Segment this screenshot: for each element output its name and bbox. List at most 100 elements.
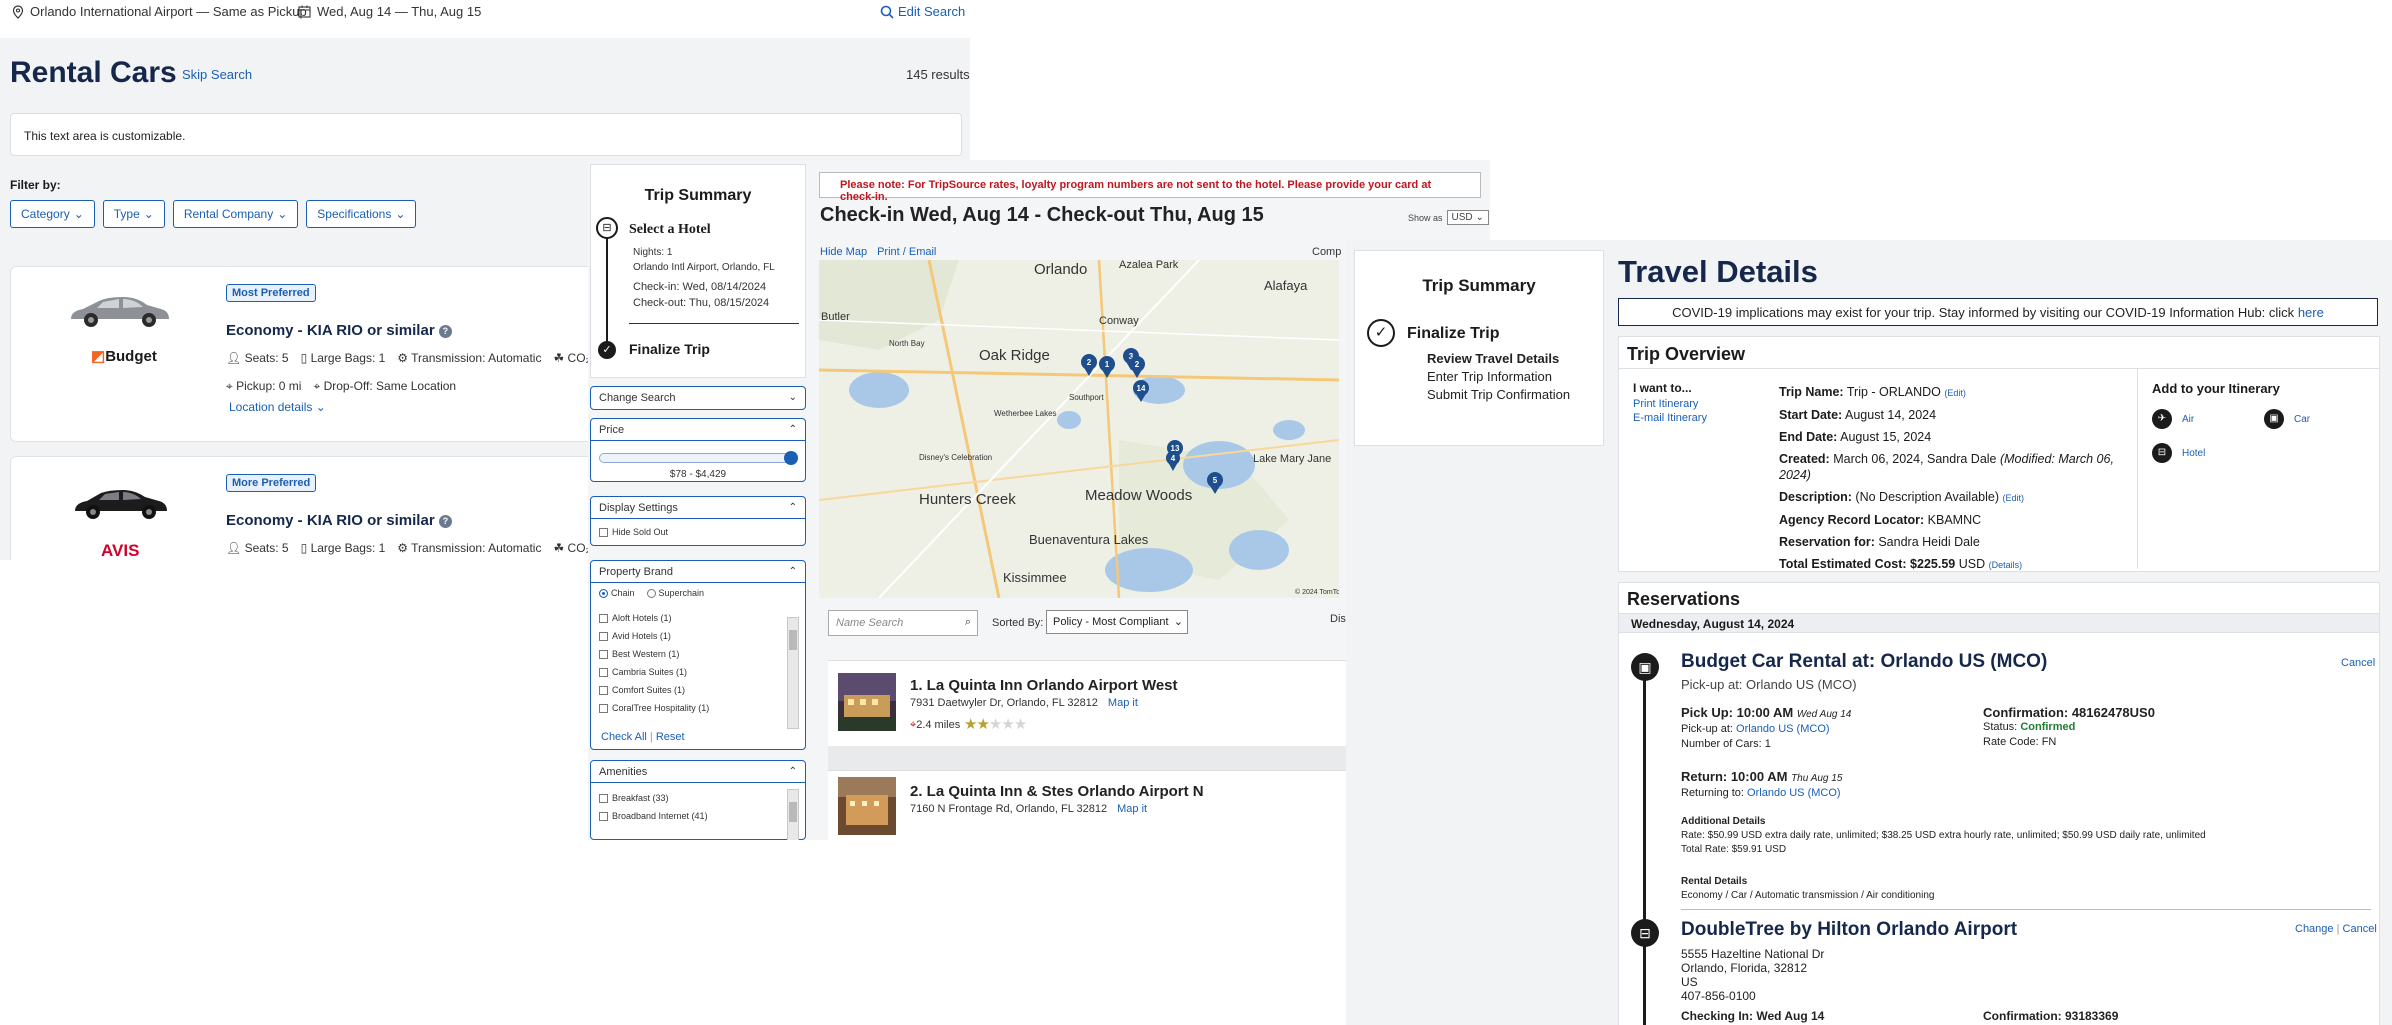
cost-details-link[interactable]: (Details): [1989, 560, 2023, 570]
seats-text: Seats: 5: [244, 351, 289, 365]
accordion-header[interactable]: Amenities ⌃: [591, 761, 805, 783]
checkbox[interactable]: [599, 613, 608, 623]
brand-checkbox[interactable]: CoralTree Hospitality (1): [591, 699, 805, 717]
skip-search-link[interactable]: Skip Search: [182, 67, 252, 82]
pickup-location-link[interactable]: Orlando US (MCO): [1736, 723, 1830, 735]
checkbox[interactable]: [599, 649, 608, 659]
add-to-itinerary: Add to your Itinerary ✈ Air ▣ Car ⊟ Hotel: [2137, 369, 2381, 569]
seats-spec: 👤︎ Seats: 5: [226, 541, 289, 555]
accordion-header[interactable]: Display Settings ⌃: [591, 497, 805, 519]
scrollbar-thumb[interactable]: [789, 630, 797, 650]
checkbox[interactable]: [599, 527, 608, 537]
checkbox[interactable]: [599, 631, 608, 641]
brand-checkbox[interactable]: Cambria Suites (1): [591, 663, 805, 681]
progress-line: [606, 235, 608, 353]
filter-rental-company-button[interactable]: Rental Company ⌄: [172, 200, 299, 228]
price-slider-handle[interactable]: [784, 451, 798, 465]
radio[interactable]: [646, 588, 656, 598]
print-email-link[interactable]: Print / Email: [877, 246, 936, 258]
person-icon: 👤︎: [226, 351, 242, 365]
email-itinerary-link[interactable]: E-mail Itinerary: [1633, 411, 1707, 425]
edit-description-link[interactable]: (Edit): [2003, 493, 2025, 503]
accordion-header[interactable]: Change Search ⌄: [591, 387, 805, 409]
brand-checkbox[interactable]: Comfort Suites (1): [591, 681, 805, 699]
chevron-up-icon: ⌃: [788, 502, 797, 513]
chain-radio[interactable]: Chain: [599, 588, 635, 598]
reset-link[interactable]: Reset: [656, 731, 685, 743]
hotel-name-search-input[interactable]: Name Search ⌕: [828, 610, 978, 636]
scrollbar-thumb[interactable]: [789, 802, 797, 822]
display-label: Dis: [1330, 613, 1346, 625]
checkbox[interactable]: [599, 667, 608, 677]
change-search-accordion[interactable]: Change Search ⌄: [590, 386, 806, 410]
print-itinerary-link[interactable]: Print Itinerary: [1633, 397, 1707, 411]
rental-dates-text: Wed, Aug 14 — Thu, Aug 15: [317, 4, 482, 19]
add-car-button[interactable]: ▣ Car: [2264, 409, 2310, 429]
field-label: Reservation for:: [1779, 535, 1875, 549]
pickup-distance-text: Pickup: 0 mi: [236, 379, 302, 393]
display-settings-filter: Display Settings ⌃ Hide Sold Out: [590, 496, 806, 546]
cancel-car-link[interactable]: Cancel: [2341, 657, 2375, 669]
map-it-link[interactable]: Map it: [1108, 697, 1138, 709]
location-details-toggle[interactable]: Location details ⌄: [229, 400, 326, 414]
filter-type-button[interactable]: Type ⌄: [102, 200, 165, 228]
brand-checkbox[interactable]: Avid Hotels (1): [591, 627, 805, 645]
price-slider[interactable]: [599, 451, 798, 465]
brand-checkbox[interactable]: Best Western (1): [591, 645, 805, 663]
return-location-link[interactable]: Orlando US (MCO): [1747, 787, 1841, 799]
luggage-icon: ▯: [300, 351, 308, 365]
filter-specifications-button[interactable]: Specifications ⌄: [306, 200, 417, 228]
filter-category-button[interactable]: Category ⌄: [10, 200, 95, 228]
info-icon[interactable]: ?: [438, 325, 452, 338]
currency-select[interactable]: USD ⌄: [1446, 210, 1489, 225]
checkbox[interactable]: [599, 793, 608, 803]
sort-select[interactable]: Policy - Most Compliant ⌄: [1046, 610, 1188, 634]
step-finalize-trip: Finalize Trip: [629, 341, 710, 357]
add-air-button[interactable]: ✈ Air: [2152, 409, 2194, 429]
amenity-checkbox[interactable]: Broadband Internet (41): [591, 807, 805, 825]
checkbox[interactable]: [599, 811, 608, 821]
separator: |: [649, 731, 653, 743]
amenities-list: Breakfast (33) Broadband Internet (41): [591, 789, 805, 825]
brand-checkbox[interactable]: Aloft Hotels (1): [591, 609, 805, 627]
chevron-down-icon: ⌄: [1173, 616, 1183, 628]
field-label: Agency Record Locator:: [1779, 513, 1925, 527]
start-date-value: August 14, 2024: [1845, 408, 1937, 422]
hotel-name[interactable]: 1. La Quinta Inn Orlando Airport West: [910, 677, 1178, 694]
hide-map-link[interactable]: Hide Map: [820, 246, 867, 258]
compare-link[interactable]: Comp: [1312, 246, 1341, 258]
hotel-bed-icon: ⊟: [596, 217, 618, 239]
edit-search-link[interactable]: Edit Search: [880, 4, 965, 19]
brand-label: Comfort Suites (1): [612, 685, 686, 695]
info-icon[interactable]: ?: [438, 515, 452, 528]
search-icon[interactable]: ⌕: [965, 616, 971, 629]
amenities-scrollbar[interactable]: [787, 789, 799, 840]
map-it-link[interactable]: Map it: [1117, 803, 1147, 815]
change-hotel-link[interactable]: Change: [2295, 923, 2334, 935]
edit-trip-name-link[interactable]: (Edit): [1944, 388, 1966, 398]
substep-submit: Submit Trip Confirmation: [1427, 387, 1571, 402]
date-summary: Wed, Aug 14 — Thu, Aug 15: [298, 4, 481, 19]
covid-hub-link[interactable]: here: [2298, 305, 2324, 320]
cancel-hotel-link[interactable]: Cancel: [2343, 923, 2377, 935]
search-summary-bar: Orlando International Airport — Same as …: [0, 0, 970, 38]
amenity-checkbox[interactable]: Breakfast (33): [591, 789, 805, 807]
hotel-map[interactable]: Orlando Azalea Park Alafaya Butler Conwa…: [819, 260, 1339, 598]
trip-details-list: Trip Name: Trip - ORLANDO (Edit) Start D…: [1779, 381, 2119, 576]
accordion-header[interactable]: Property Brand ⌃: [591, 561, 805, 583]
accordion-header[interactable]: Price ⌃: [591, 419, 805, 441]
add-hotel-button[interactable]: ⊟ Hotel: [2152, 443, 2205, 463]
check-all-link[interactable]: Check All: [601, 731, 647, 743]
radio-selected[interactable]: [599, 588, 608, 598]
hotel-name[interactable]: 2. La Quinta Inn & Stes Orlando Airport …: [910, 783, 1204, 800]
lake: [1057, 411, 1081, 429]
hide-sold-out-checkbox[interactable]: Hide Sold Out: [591, 523, 805, 541]
accordion-label: Price: [599, 424, 625, 436]
number-of-cars-row: Number of Cars: 1: [1681, 737, 1851, 752]
currency-selector: Show as USD ⌄: [1408, 210, 1489, 225]
checkbox[interactable]: [599, 703, 608, 713]
superchain-radio[interactable]: Superchain: [646, 588, 704, 598]
brand-list-scrollbar[interactable]: [787, 617, 799, 729]
checkbox[interactable]: [599, 685, 608, 695]
add-air-label: Air: [2182, 413, 2195, 425]
